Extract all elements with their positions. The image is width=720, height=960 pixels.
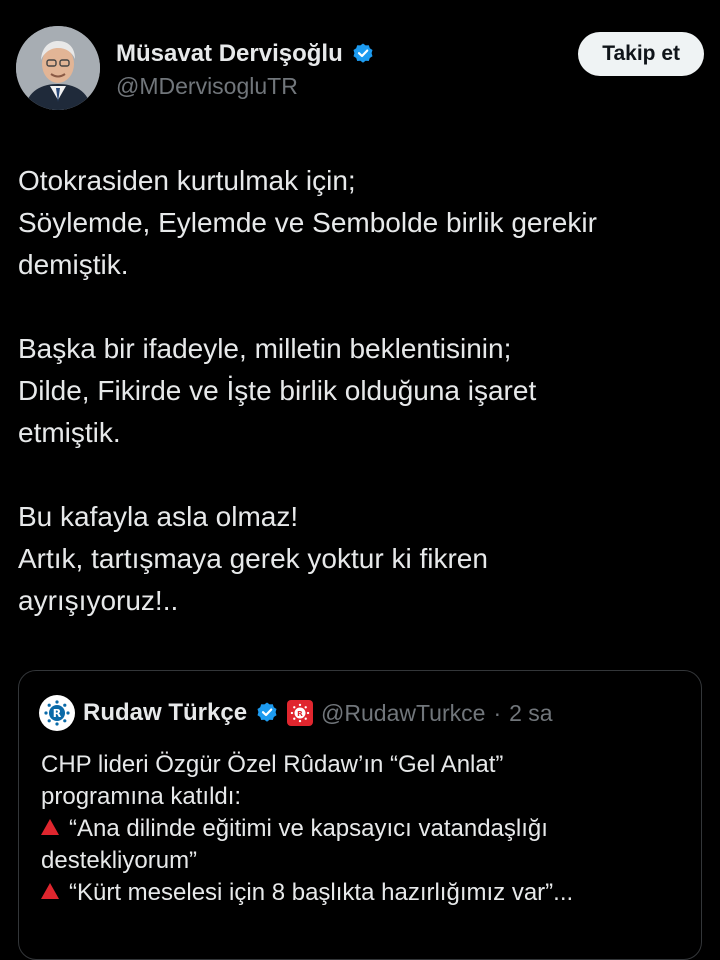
quote-line-text: “Kürt meselesi için 8 başlıkta hazırlığı… xyxy=(69,879,574,906)
author-avatar[interactable] xyxy=(16,26,100,110)
quoted-tweet-body: CHP lideri Özgür Özel Rûdaw’ın “Gel Anla… xyxy=(41,749,691,909)
quoted-tweet-header: R Rudaw Türkçe R @RudawTurkce · 2 sa xyxy=(39,695,553,731)
quote-author-handle[interactable]: @RudawTurkce xyxy=(321,700,485,727)
quote-avatar[interactable]: R xyxy=(39,695,75,731)
tweet-paragraph: Başka bir ifadeyle, milletin beklentisin… xyxy=(18,333,537,448)
rudaw-logo-icon: R xyxy=(43,699,71,727)
separator-dot: · xyxy=(493,699,502,726)
follow-button[interactable]: Takip et xyxy=(578,32,704,76)
verified-badge-icon xyxy=(351,42,375,66)
quote-line-bullet: “Ana dilinde eğitimi ve kapsayıcı vatand… xyxy=(41,813,691,845)
author-name[interactable]: Müsavat Dervişoğlu xyxy=(116,40,343,68)
quote-author-name[interactable]: Rudaw Türkçe xyxy=(83,699,247,727)
quote-timestamp[interactable]: 2 sa xyxy=(509,700,552,727)
quoted-tweet-card[interactable]: R Rudaw Türkçe R @RudawTurkce · 2 sa CHP… xyxy=(18,670,702,960)
quote-line-text: “Ana dilinde eğitimi ve kapsayıcı vatand… xyxy=(69,815,548,842)
svg-text:R: R xyxy=(297,709,303,718)
red-triangle-icon xyxy=(41,819,59,835)
tweet-header: Müsavat Dervişoğlu @MDervisogluTR Takip … xyxy=(16,26,704,116)
quote-line-bullet: “Kürt meselesi için 8 başlıkta hazırlığı… xyxy=(41,877,691,909)
quote-line: CHP lideri Özgür Özel Rûdaw’ın “Gel Anla… xyxy=(41,751,504,778)
author-info: Müsavat Dervişoğlu @MDervisogluTR xyxy=(116,38,375,100)
quote-line: programına katıldı: xyxy=(41,783,242,810)
verified-badge-icon xyxy=(255,701,279,725)
avatar-photo-icon xyxy=(16,26,100,110)
tweet-paragraph: Otokrasiden kurtulmak için; Söylemde, Ey… xyxy=(18,165,597,280)
tweet-paragraph: Bu kafayla asla olmaz! Artık, tartışmaya… xyxy=(18,501,488,616)
tweet-body: Otokrasiden kurtulmak için; Söylemde, Ey… xyxy=(18,160,708,664)
quote-line: destekliyorum” xyxy=(41,847,198,874)
red-triangle-icon xyxy=(41,883,59,899)
svg-text:R: R xyxy=(53,707,62,720)
affiliation-badge-icon[interactable]: R xyxy=(287,700,314,726)
author-handle[interactable]: @MDervisogluTR xyxy=(116,73,375,100)
